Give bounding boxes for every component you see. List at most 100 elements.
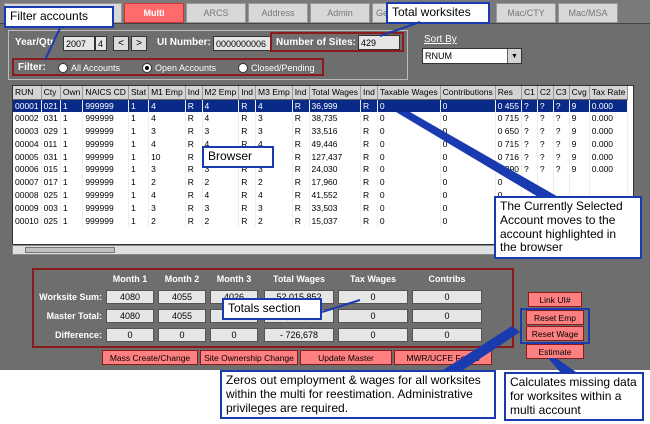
mass-create-change-button[interactable]: Mass Create/Change — [102, 350, 198, 365]
sort-by-select[interactable]: RNUM ▼ — [422, 48, 522, 64]
table-cell — [589, 175, 629, 189]
table-cell: ? — [553, 137, 570, 151]
table-cell: 1 — [60, 150, 84, 163]
column-header[interactable]: Ind — [185, 86, 203, 100]
table-row[interactable]: 00007 017 1 999999 1 2 R 2 R 2 R 17,960 R 0 0 0 — [13, 175, 629, 189]
site-ownership-change-button[interactable]: Site Ownership Change — [200, 350, 298, 365]
mwr-ucfe-forms-button[interactable]: MWR/UCFE Forms — [394, 350, 492, 365]
table-cell: 1 — [128, 201, 150, 215]
table-cell: R — [360, 188, 378, 202]
table-cell: 3 — [202, 124, 240, 138]
table-cell: 1 — [60, 175, 84, 189]
column-header[interactable]: Cty — [41, 86, 61, 100]
prev-qtr-button[interactable]: < — [113, 36, 129, 51]
column-header[interactable]: Taxable Wages — [377, 86, 441, 100]
table-cell: 1 — [128, 150, 150, 163]
chevron-down-icon[interactable]: ▼ — [507, 49, 521, 63]
tab-address[interactable]: Address — [248, 3, 308, 23]
table-cell: 00008 — [13, 188, 42, 202]
table-cell: 0.000 — [589, 150, 629, 163]
year-field[interactable]: 2007 — [63, 36, 95, 51]
totals-cell: 4080 — [106, 290, 154, 304]
table-cell: 2 — [255, 175, 293, 189]
table-cell: 999999 — [82, 162, 129, 176]
column-header[interactable]: C2 — [537, 86, 554, 100]
table-cell: 0 390 — [495, 162, 523, 176]
table-cell: 0 716 — [495, 150, 523, 163]
radio-closed-pending[interactable]: Closed/Pending — [238, 63, 315, 73]
column-header[interactable]: Stat — [128, 86, 150, 100]
estimate-button[interactable]: Estimate — [526, 344, 584, 359]
table-cell: R — [292, 214, 310, 227]
table-cell: R — [238, 99, 257, 112]
next-qtr-button[interactable]: > — [131, 36, 147, 51]
table-cell: 999999 — [82, 188, 129, 202]
column-header[interactable]: Total Wages — [309, 86, 361, 100]
tab-admin[interactable]: Admin — [310, 3, 370, 23]
column-header[interactable]: RUN — [13, 86, 42, 100]
reset-emp-button[interactable]: Reset Emp — [526, 310, 584, 325]
tab-arcs[interactable]: ARCS — [186, 3, 246, 23]
table-cell: 3 — [148, 124, 186, 138]
table-cell — [537, 175, 554, 189]
update-master-button[interactable]: Update Master — [300, 350, 392, 365]
tab-mac-cty[interactable]: Mac/CTY — [496, 3, 556, 23]
column-header[interactable]: Ind — [360, 86, 378, 100]
table-row[interactable]: 000050311999999110R9R9R127,437R000 716??… — [13, 150, 629, 163]
table-row[interactable]: 00004 011 1 999999 1 4 R 4 R 4 R 49,446 R 0 0 0 715??? 9… — [13, 137, 629, 151]
link-ui-button[interactable]: Link UI# — [528, 292, 582, 307]
table-cell: ? — [537, 150, 554, 163]
table-cell: R — [185, 111, 203, 125]
table-cell: 0 — [440, 137, 496, 151]
filter-row: Filter: All Accounts Open Accounts Close… — [12, 58, 324, 76]
table-cell: 1 — [128, 124, 150, 138]
column-header[interactable]: M3 Emp — [255, 86, 293, 100]
scrollbar-thumb[interactable] — [25, 247, 115, 253]
table-cell: 1 — [60, 137, 84, 151]
table-row[interactable]: 00006 015 1 999999 1 3 R 3 R 3 R 24,030 R 0 0 0 390??? 9… — [13, 162, 629, 176]
reset-wage-button[interactable]: Reset Wage — [526, 326, 584, 341]
column-header[interactable]: C1 — [521, 86, 538, 100]
table-cell: 1 — [128, 137, 150, 151]
table-row[interactable]: 00002 031 1 999999 1 4 R 4 R 3 R 38,735 R 0 0 0 715??? 9… — [13, 111, 629, 125]
table-cell: R — [292, 201, 310, 215]
column-header[interactable]: NAICS CD — [82, 86, 129, 100]
column-header[interactable]: Own — [60, 86, 84, 100]
table-cell: R — [238, 175, 257, 189]
tab-mac-msa[interactable]: Mac/MSA — [558, 3, 618, 23]
ui-number-field[interactable]: 0000000006 — [213, 36, 271, 51]
totals-cell: 0 — [412, 328, 482, 342]
radio-all-accounts[interactable]: All Accounts — [58, 63, 120, 73]
table-cell: 00005 — [13, 150, 42, 163]
column-header[interactable]: Ind — [292, 86, 310, 100]
table-cell: ? — [521, 150, 538, 163]
tab-multi[interactable]: Multi — [124, 3, 184, 23]
table-cell: 0 — [440, 188, 496, 202]
table-cell: 0 — [377, 162, 441, 176]
table-cell: 24,030 — [309, 162, 361, 176]
table-cell: 0 650 — [495, 124, 523, 138]
table-cell: 4 — [202, 99, 240, 112]
table-cell: 1 — [128, 188, 150, 202]
table-cell: 0 — [377, 214, 441, 227]
table-cell: R — [238, 201, 257, 215]
column-header[interactable]: Ind — [238, 86, 257, 100]
table-row[interactable]: 00003 029 1 999999 1 3 R 3 R 3 R 33,516 R 0 0 0 650??? 9… — [13, 124, 629, 138]
table-cell: R — [292, 150, 310, 163]
column-header[interactable]: C3 — [553, 86, 570, 100]
column-header[interactable]: Cvg — [569, 86, 590, 100]
column-header[interactable]: Tax Rate — [589, 86, 629, 100]
qtr-field[interactable]: 4 — [95, 36, 107, 51]
table-cell: ? — [553, 162, 570, 176]
column-header[interactable]: M2 Emp — [202, 86, 240, 100]
table-row[interactable]: 00001 021 1 999999 1 4 R 4 R 4 R 36,999 R 0 0 0 455??? 9… — [13, 99, 629, 112]
table-cell: ? — [521, 111, 538, 125]
table-cell: ? — [537, 99, 554, 112]
column-header[interactable]: M1 Emp — [148, 86, 186, 100]
table-cell: 031 — [41, 111, 61, 125]
table-cell: 00010 — [13, 214, 42, 227]
column-header[interactable]: Contributions — [440, 86, 496, 100]
column-header[interactable]: Res — [495, 86, 523, 100]
radio-open-accounts[interactable]: Open Accounts — [142, 63, 216, 73]
totals-column-header: Month 1 — [112, 274, 148, 284]
